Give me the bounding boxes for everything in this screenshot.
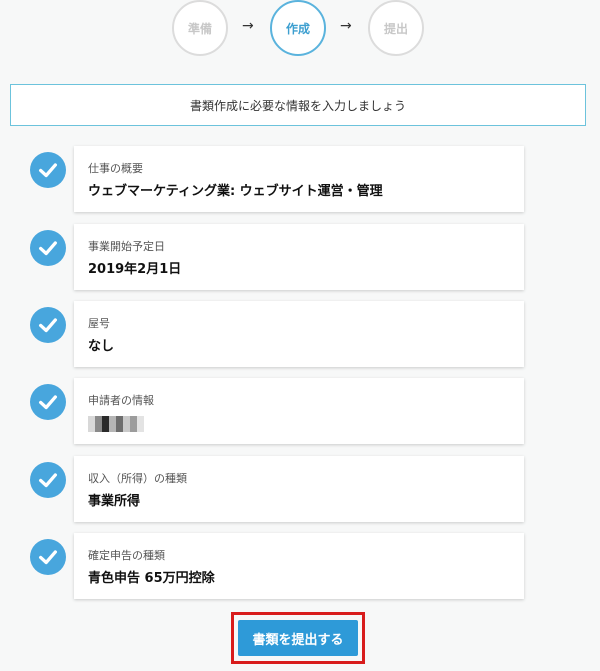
checkmark-icon xyxy=(30,384,66,420)
submit-documents-button[interactable]: 書類を提出する xyxy=(238,620,358,656)
item-label: 仕事の概要 xyxy=(88,162,143,175)
list-item-start-date: 事業開始予定日 2019年2月1日 xyxy=(30,224,524,290)
progress-stepper: 準備 → 作成 → 提出 xyxy=(0,0,600,62)
step-submit[interactable]: 提出 xyxy=(368,0,424,56)
checkmark-icon xyxy=(30,539,66,575)
step-create[interactable]: 作成 xyxy=(270,0,326,56)
arrow-right-icon: → xyxy=(340,18,352,34)
checkmark-icon xyxy=(30,230,66,266)
checkmark-icon xyxy=(30,152,66,188)
list-item-trade-name: 屋号 なし xyxy=(30,301,524,367)
item-label: 確定申告の種類 xyxy=(88,549,165,562)
instruction-banner: 書類作成に必要な情報を入力しましょう xyxy=(10,84,586,126)
item-value: 2019年2月1日 xyxy=(88,262,182,277)
item-value: 青色申告 65万円控除 xyxy=(88,571,215,586)
checkmark-icon xyxy=(30,307,66,343)
step-label: 準備 xyxy=(187,21,212,36)
item-card[interactable]: 申請者の情報 xyxy=(74,378,524,444)
submit-highlight-frame: 書類を提出する xyxy=(231,612,365,664)
item-label: 収入（所得）の種類 xyxy=(88,472,187,485)
item-label: 屋号 xyxy=(88,317,110,330)
list-item-tax-return-type: 確定申告の種類 青色申告 65万円控除 xyxy=(30,533,524,599)
item-label: 申請者の情報 xyxy=(88,394,154,407)
list-item-applicant-info: 申請者の情報 xyxy=(30,378,524,444)
item-value: なし xyxy=(88,339,115,354)
instruction-text: 書類作成に必要な情報を入力しましょう xyxy=(189,98,406,113)
item-card[interactable]: 確定申告の種類 青色申告 65万円控除 xyxy=(74,533,524,599)
checkmark-icon xyxy=(30,462,66,498)
step-label: 作成 xyxy=(285,21,310,36)
list-item-work-summary: 仕事の概要 ウェブマーケティング業: ウェブサイト運営・管理 xyxy=(30,146,524,212)
arrow-right-icon: → xyxy=(242,18,254,34)
item-label: 事業開始予定日 xyxy=(88,240,165,253)
item-value: ウェブマーケティング業: ウェブサイト運営・管理 xyxy=(88,184,383,199)
redacted-mosaic xyxy=(88,416,144,432)
item-card[interactable]: 仕事の概要 ウェブマーケティング業: ウェブサイト運営・管理 xyxy=(74,146,524,212)
item-card[interactable]: 事業開始予定日 2019年2月1日 xyxy=(74,224,524,290)
item-card[interactable]: 収入（所得）の種類 事業所得 xyxy=(74,456,524,522)
step-label: 提出 xyxy=(383,21,408,36)
step-prepare[interactable]: 準備 xyxy=(172,0,228,56)
list-item-income-type: 収入（所得）の種類 事業所得 xyxy=(30,456,524,522)
item-value: 事業所得 xyxy=(88,494,141,509)
item-card[interactable]: 屋号 なし xyxy=(74,301,524,367)
